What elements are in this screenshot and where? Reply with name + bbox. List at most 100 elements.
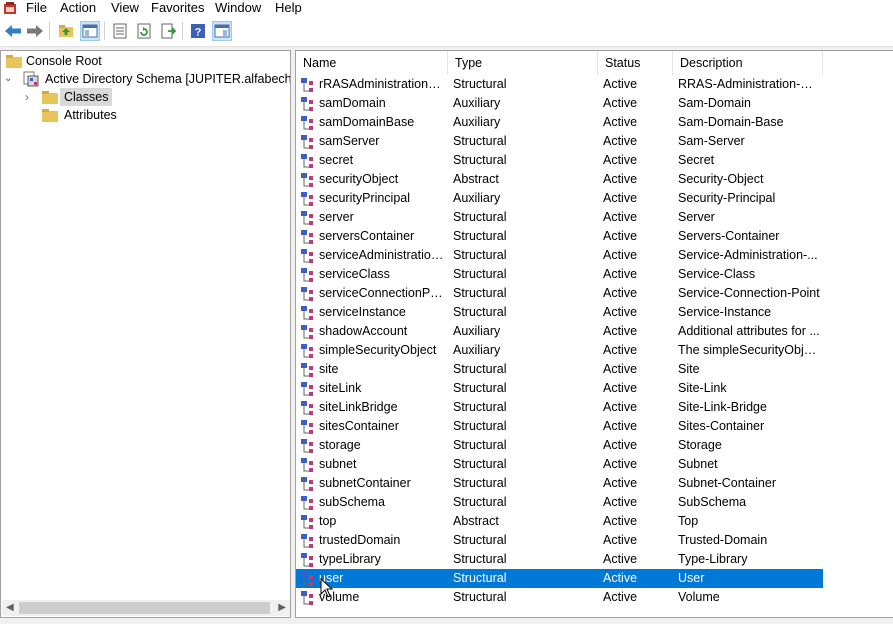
chevron-right-icon[interactable]: › (25, 88, 35, 106)
cell-type: Structural (453, 210, 507, 224)
menu-file[interactable]: File (26, 0, 47, 17)
cell-status: Active (603, 419, 638, 433)
cell-description: Subnet-Container (678, 476, 776, 490)
cell-description: Sites-Container (678, 419, 765, 433)
cell-description: Top (678, 514, 699, 528)
back-button[interactable] (3, 21, 23, 41)
column-header-type[interactable]: Type (448, 51, 598, 75)
cell-description: Service-Instance (678, 305, 772, 319)
up-one-level-button[interactable] (56, 21, 76, 41)
table-row[interactable]: serviceAdministration... Structural Active… (296, 246, 893, 265)
table-row[interactable]: serviceInstance Structural Active Service-I… (296, 303, 893, 322)
table-row[interactable]: subSchema Structural Active SubSchema (296, 493, 893, 512)
cell-type: Auxiliary (453, 343, 501, 357)
cell-name: site (319, 362, 339, 376)
table-row[interactable]: subnet Structural Active Subnet (296, 455, 893, 474)
menu-help[interactable]: Help (275, 0, 302, 17)
cell-type: Structural (453, 286, 507, 300)
table-row[interactable]: secret Structural Active Secret (296, 151, 893, 170)
cell-type: Auxiliary (453, 96, 501, 110)
cell-name: serviceInstance (319, 305, 406, 319)
table-row[interactable]: trustedDomain Structural Active Trusted-Dom… (296, 531, 893, 550)
cell-type: Structural (453, 400, 507, 414)
table-row[interactable]: user Structural Active User (296, 569, 893, 588)
table-row[interactable]: sitesContainer Structural Active Sites-Cont… (296, 417, 893, 436)
export-list-button[interactable] (158, 21, 178, 41)
export-list-icon (161, 23, 176, 39)
cell-name: samServer (319, 134, 380, 148)
cell-name: serviceAdministration... (319, 248, 447, 262)
horizontal-scrollbar[interactable]: ◀ ▶ (2, 600, 290, 616)
cell-name: serversContainer (319, 229, 415, 243)
table-row[interactable]: volume Structural Active Volume (296, 588, 893, 607)
cell-name: simpleSecurityObject (319, 343, 437, 357)
cell-type: Abstract (453, 514, 499, 528)
refresh-icon (137, 23, 151, 39)
table-row[interactable]: site Structural Active Site (296, 360, 893, 379)
cell-name: shadowAccount (319, 324, 408, 338)
cell-status: Active (603, 324, 638, 338)
chevron-down-icon[interactable]: ⌄ (4, 70, 16, 88)
menu-view[interactable]: View (111, 0, 139, 17)
cell-status: Active (603, 229, 638, 243)
cell-type: Structural (453, 419, 507, 433)
table-row[interactable]: securityObject Abstract Active Security-Obj… (296, 170, 893, 189)
schema-class-icon (301, 154, 313, 168)
table-row[interactable]: rRASAdministrationDi... Structural Active R… (296, 75, 893, 94)
menu-favorites[interactable]: Favorites (151, 0, 204, 17)
show-hide-console-tree-button[interactable] (80, 21, 100, 41)
table-row[interactable]: server Structural Active Server (296, 208, 893, 227)
cell-type: Structural (453, 438, 507, 452)
table-row[interactable]: typeLibrary Structural Active Type-Library (296, 550, 893, 569)
action-pane-icon (214, 24, 230, 38)
cell-name: secret (319, 153, 354, 167)
show-hide-action-pane-button[interactable] (212, 21, 232, 41)
cell-description: Server (678, 210, 715, 224)
refresh-button[interactable] (134, 21, 154, 41)
cell-type: Auxiliary (453, 115, 501, 129)
scroll-right-icon[interactable]: ▶ (278, 600, 286, 616)
table-row[interactable]: serviceClass Structural Active Service-Clas… (296, 265, 893, 284)
help-button[interactable]: ? (188, 21, 208, 41)
cell-description: Security-Principal (678, 191, 776, 205)
table-row[interactable]: securityPrincipal Auxiliary Active Security… (296, 189, 893, 208)
table-row[interactable]: shadowAccount Auxiliary Active Additional a… (296, 322, 893, 341)
table-row[interactable]: siteLink Structural Active Site-Link (296, 379, 893, 398)
schema-class-icon (301, 97, 313, 111)
schema-class-icon (301, 496, 313, 510)
help-icon: ? (191, 24, 205, 39)
table-row[interactable]: simpleSecurityObject Auxiliary Active The s… (296, 341, 893, 360)
table-row[interactable]: serversContainer Structural Active Servers-… (296, 227, 893, 246)
properties-button[interactable] (110, 21, 130, 41)
table-row[interactable]: samDomain Auxiliary Active Sam-Domain (296, 94, 893, 113)
column-header-name[interactable]: Name (296, 51, 448, 75)
table-row[interactable]: subnetContainer Structural Active Subnet-Co… (296, 474, 893, 493)
column-header-status[interactable]: Status (598, 51, 673, 75)
app-icon[interactable] (3, 1, 17, 15)
table-row[interactable]: samDomainBase Auxiliary Active Sam-Domain-B… (296, 113, 893, 132)
cell-name: rRASAdministrationDi... (319, 77, 447, 91)
table-row[interactable]: samServer Structural Active Sam-Server (296, 132, 893, 151)
cell-description: Service-Connection-Point (678, 286, 820, 300)
schema-class-icon (301, 572, 313, 586)
table-row[interactable]: top Abstract Active Top (296, 512, 893, 531)
menu-window[interactable]: Window (215, 0, 261, 17)
cell-type: Structural (453, 552, 507, 566)
schema-class-icon (301, 249, 313, 263)
table-row[interactable]: storage Structural Active Storage (296, 436, 893, 455)
menu-action[interactable]: Action (60, 0, 96, 17)
tree-item-label: Attributes (64, 108, 117, 122)
forward-button[interactable] (25, 21, 45, 41)
table-row[interactable]: serviceConnectionPoint Structural Active Se… (296, 284, 893, 303)
cell-status: Active (603, 191, 638, 205)
schema-class-icon (301, 173, 313, 187)
column-header-description[interactable]: Description (673, 51, 823, 75)
cell-type: Structural (453, 229, 507, 243)
scrollbar-thumb[interactable] (19, 602, 270, 614)
cell-description: Volume (678, 590, 720, 604)
scroll-left-icon[interactable]: ◀ (6, 600, 14, 616)
cell-status: Active (603, 381, 638, 395)
table-row[interactable]: siteLinkBridge Structural Active Site-Link-… (296, 398, 893, 417)
schema-class-icon (301, 382, 313, 396)
toolbar-separator (182, 22, 183, 40)
